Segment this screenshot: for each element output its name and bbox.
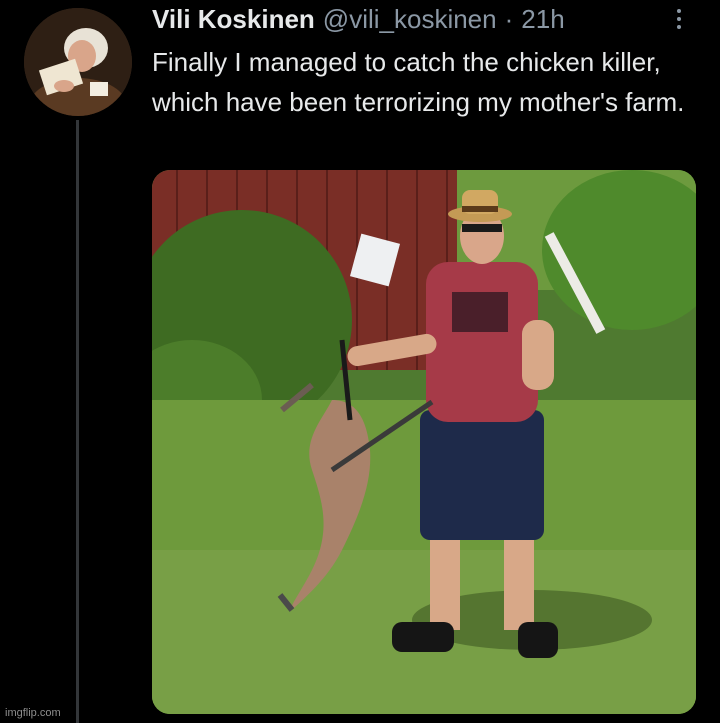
more-vertical-icon xyxy=(677,9,681,13)
more-options-button[interactable] xyxy=(664,4,694,34)
tweet-card: Vili Koskinen @vili_koskinen · 21h Final… xyxy=(0,0,720,723)
tweet-header: Vili Koskinen @vili_koskinen · 21h xyxy=(152,4,565,34)
tweet-photo[interactable] xyxy=(152,170,696,714)
avatar[interactable] xyxy=(24,8,132,116)
timestamp[interactable]: 21h xyxy=(521,4,564,35)
user-handle[interactable]: @vili_koskinen xyxy=(323,4,497,35)
tweet-text: Finally I managed to catch the chicken k… xyxy=(152,47,685,117)
separator-dot: · xyxy=(504,4,514,34)
imgflip-watermark: imgflip.com xyxy=(5,707,61,719)
photo-image xyxy=(152,170,696,714)
display-name[interactable]: Vili Koskinen xyxy=(152,4,315,35)
thread-line xyxy=(76,120,79,723)
avatar-portrait-image xyxy=(24,8,132,116)
